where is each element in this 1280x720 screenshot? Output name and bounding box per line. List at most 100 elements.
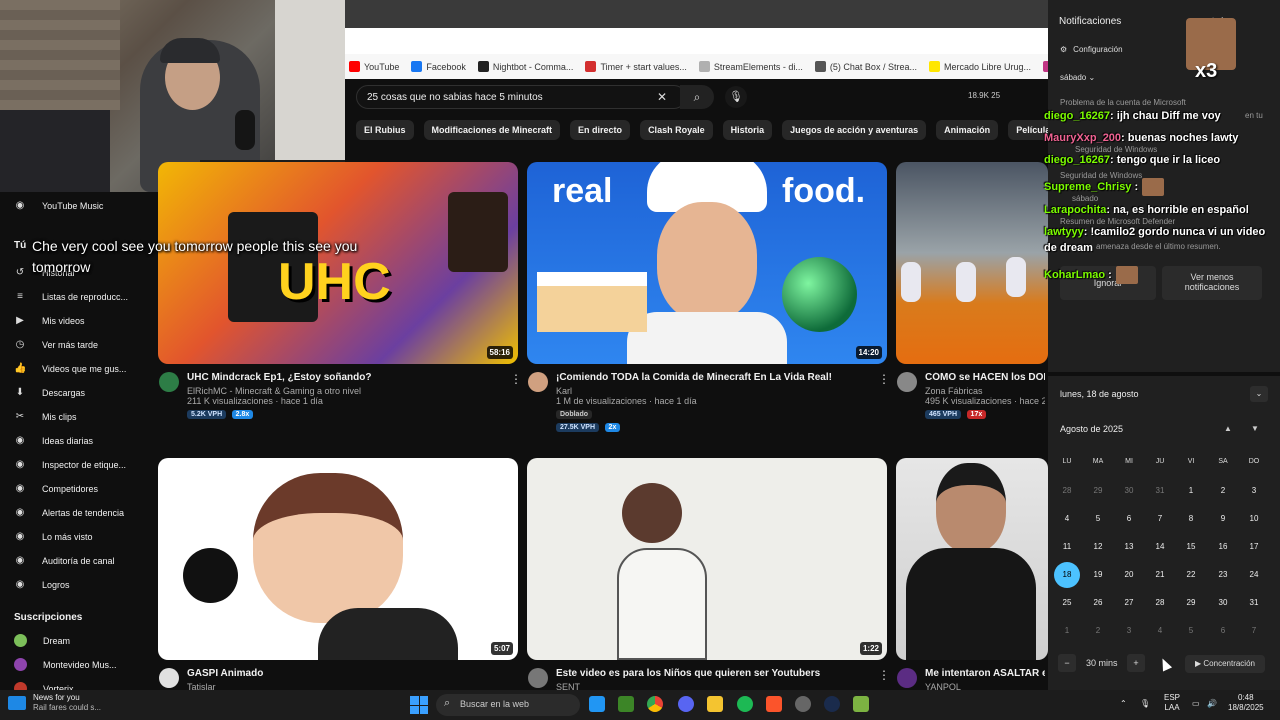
channel-avatar[interactable] [528, 372, 548, 392]
calendar-day[interactable]: 7 [1147, 506, 1173, 532]
calendar-day[interactable]: 29 [1085, 478, 1111, 504]
calendar-day[interactable]: 4 [1054, 506, 1080, 532]
app-icon[interactable] [589, 696, 605, 712]
calendar-day[interactable]: 22 [1178, 562, 1204, 588]
subscription-item[interactable]: Dream [14, 634, 70, 647]
channel-name[interactable]: Karl [556, 386, 832, 396]
more-options-icon[interactable]: ⋮ [510, 372, 522, 386]
sidebar-item[interactable]: ◉ Auditoría de canal [14, 555, 115, 567]
calendar-day[interactable]: 6 [1210, 618, 1236, 644]
sidebar-item[interactable]: ◉ Alertas de tendencia [14, 507, 124, 519]
calendar-day[interactable]: 16 [1210, 534, 1236, 560]
collapse-calendar-chevron-icon[interactable]: ⌄ [1250, 386, 1268, 402]
channel-name[interactable]: Zona Fábricas [925, 386, 1045, 396]
notification-settings[interactable]: ⚙ Configuración [1060, 45, 1123, 54]
video-thumbnail[interactable]: real food. 14:20 [527, 162, 887, 364]
clear-search-icon[interactable]: ✕ [657, 90, 667, 104]
calendar-day[interactable]: 25 [1054, 590, 1080, 616]
start-focus-button[interactable]: ▶ Concentración [1185, 655, 1265, 673]
tray-overflow-icon[interactable]: ⌃ [1120, 699, 1127, 709]
network-icon[interactable]: ▭ [1192, 699, 1200, 709]
calendar-day[interactable]: 5 [1085, 506, 1111, 532]
calendar-day[interactable]: 28 [1147, 590, 1173, 616]
bookmark-item[interactable]: Mercado Libre Urug... [928, 61, 1031, 72]
clock[interactable]: 0:48 18/8/2025 [1228, 693, 1264, 713]
calendar-day[interactable]: 9 [1210, 506, 1236, 532]
video-thumbnail[interactable] [896, 458, 1048, 660]
category-chip[interactable]: El Rubius [356, 120, 414, 140]
channel-avatar[interactable] [159, 372, 179, 392]
calendar-day[interactable]: 31 [1241, 590, 1267, 616]
video-thumbnail[interactable]: 5:07 [158, 458, 518, 660]
category-chip[interactable]: En directo [570, 120, 631, 140]
calendar-day[interactable]: 28 [1054, 478, 1080, 504]
calendar-day[interactable]: 31 [1147, 478, 1173, 504]
calendar-day[interactable]: 3 [1241, 478, 1267, 504]
video-title[interactable]: Me intentaron ASALTAR en E [925, 668, 1045, 679]
obs-icon[interactable] [795, 696, 811, 712]
taskbar-search[interactable]: ⌕ Buscar en la web [436, 694, 580, 716]
calendar-day[interactable]: 11 [1054, 534, 1080, 560]
calendar-day[interactable]: 30 [1210, 590, 1236, 616]
news-widget[interactable]: News for you Rail fares could s... [8, 693, 101, 713]
decrease-timer-button[interactable]: − [1058, 654, 1076, 672]
calendar-day[interactable]: 29 [1178, 590, 1204, 616]
more-options-icon[interactable]: ⋮ [878, 372, 890, 386]
calendar-day[interactable]: 1 [1178, 478, 1204, 504]
minecraft-icon[interactable] [618, 696, 634, 712]
windows-start-icon[interactable] [410, 696, 428, 714]
calendar-day[interactable]: 17 [1241, 534, 1267, 560]
channel-name[interactable]: ElRichMC - Minecraft & Gaming a otro niv… [187, 386, 371, 396]
sidebar-item[interactable]: ◉ Ideas diarias [14, 435, 93, 447]
calendar-day[interactable]: 19 [1085, 562, 1111, 588]
sidebar-item[interactable]: ◷ Ver más tarde [14, 339, 98, 351]
calendar-day[interactable]: 3 [1116, 618, 1142, 644]
calendar-day[interactable]: 12 [1085, 534, 1111, 560]
see-less-notifications-button[interactable]: Ver menos notificaciones [1162, 266, 1262, 300]
channel-name[interactable]: GASPI Animado [187, 668, 263, 679]
calendar-day[interactable]: 2 [1210, 478, 1236, 504]
brave-icon[interactable] [766, 696, 782, 712]
calendar-day[interactable]: 18 [1054, 562, 1080, 588]
calendar-day[interactable]: 10 [1241, 506, 1267, 532]
channel-avatar[interactable] [159, 668, 179, 688]
file-explorer-icon[interactable] [707, 696, 723, 712]
calendar-day[interactable]: 20 [1116, 562, 1142, 588]
discord-icon[interactable] [678, 696, 694, 712]
calendar-day[interactable]: 21 [1147, 562, 1173, 588]
search-icon[interactable]: ⌕ [680, 85, 714, 109]
calendar-day[interactable]: 30 [1116, 478, 1142, 504]
category-chip[interactable]: Historia [722, 120, 773, 140]
sidebar-item[interactable]: ◉ Inspector de etique... [14, 459, 126, 471]
calendar-day[interactable]: 15 [1178, 534, 1204, 560]
bookmark-item[interactable]: Nightbot - Comma... [477, 61, 573, 72]
video-thumbnail[interactable] [896, 162, 1048, 364]
sidebar-item[interactable]: ◉ Lo más visto [14, 531, 93, 543]
calendar-day[interactable]: 23 [1210, 562, 1236, 588]
search-input[interactable]: 25 cosas que no sabias hace 5 minutos ✕ [356, 85, 686, 109]
sidebar-item[interactable]: ◉ Logros [14, 579, 70, 591]
next-month-icon[interactable]: ▼ [1251, 424, 1259, 433]
calendar-day[interactable]: 4 [1147, 618, 1173, 644]
bookmark-item[interactable]: YouTube [349, 61, 399, 72]
video-title[interactable]: Este video es para los Niños que quieren… [556, 668, 820, 679]
sidebar-item[interactable]: 👍 Videos que me gus... [14, 363, 126, 375]
subscription-item[interactable]: Montevideo Mus... [14, 658, 117, 671]
notification-day[interactable]: sábado ⌄ [1060, 73, 1095, 82]
category-chip[interactable]: Clash Royale [640, 120, 713, 140]
calendar-day[interactable]: 2 [1085, 618, 1111, 644]
video-thumbnail[interactable]: 1:22 [527, 458, 887, 660]
calendar-day[interactable]: 1 [1054, 618, 1080, 644]
category-chip[interactable]: Modificaciones de Minecraft [423, 120, 561, 140]
minecraft-launcher-icon[interactable] [853, 696, 869, 712]
increase-timer-button[interactable]: + [1127, 654, 1145, 672]
bookmark-item[interactable]: Facebook [411, 61, 466, 72]
notification-item[interactable]: Problema de la cuenta de Microsoft [1060, 98, 1186, 107]
spotify-icon[interactable] [737, 696, 753, 712]
channel-avatar[interactable] [897, 668, 917, 688]
video-title[interactable]: UHC Mindcrack Ep1, ¿Estoy soñando? [187, 372, 371, 383]
video-title[interactable]: ¡Comiendo TODA la Comida de Minecraft En… [556, 372, 832, 383]
category-chip[interactable]: Juegos de acción y aventuras [782, 120, 927, 140]
bookmark-item[interactable]: StreamElements - di... [698, 61, 803, 72]
video-title[interactable]: CÓMO se HACEN los DORITOS [925, 372, 1045, 383]
